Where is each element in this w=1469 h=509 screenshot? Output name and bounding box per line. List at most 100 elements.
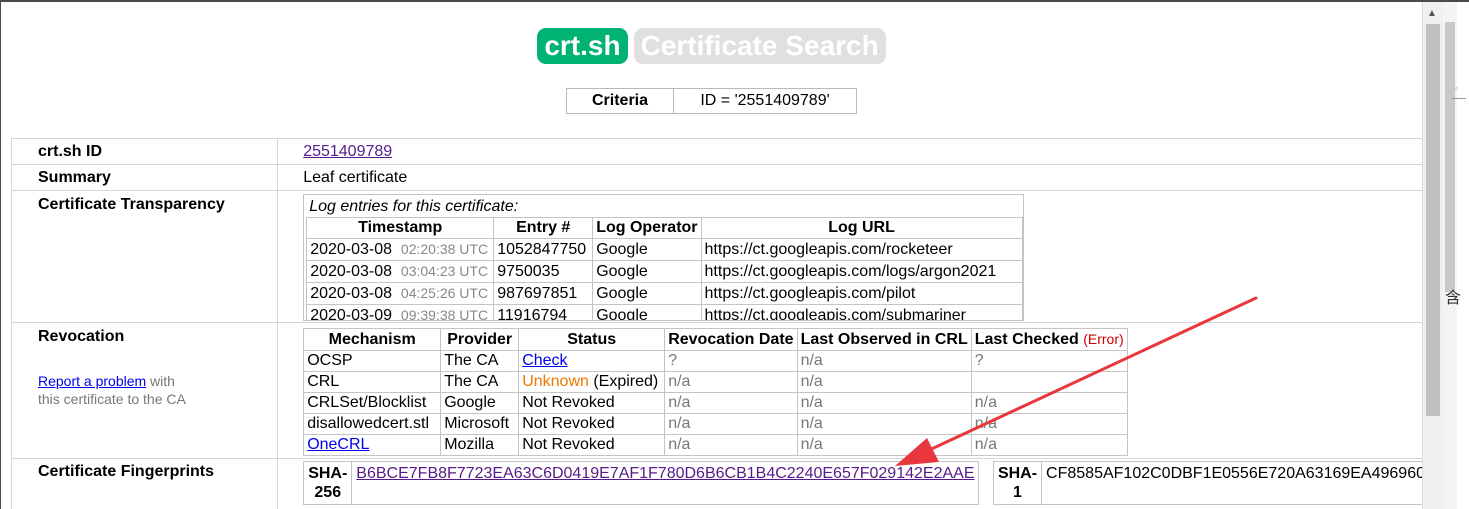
page-content: crt.sh Certificate Search Criteria ID = '… xyxy=(1,2,1422,509)
page-title: Certificate Search xyxy=(633,28,886,64)
right-pane-text: 含 xyxy=(1445,290,1462,307)
ct-log-table: Timestamp Entry # Log Operator Log URL 2… xyxy=(306,217,1023,321)
rev-status: Not Revoked xyxy=(518,413,666,435)
ct-time: 04:25:26 UTC xyxy=(400,285,489,301)
ct-url: https://ct.googleapis.com/rocketeer xyxy=(700,238,1023,261)
site-logo[interactable]: crt.sh xyxy=(537,28,628,64)
ct-header-operator: Log Operator xyxy=(592,217,702,239)
rev-date: n/a xyxy=(664,371,798,393)
fingerprints-label: Certificate Fingerprints xyxy=(10,458,279,509)
rev-mechanism: CRLSet/Blocklist xyxy=(303,392,442,414)
ct-url: https://ct.googleapis.com/logs/argon2021 xyxy=(700,260,1023,283)
rev-observed: n/a xyxy=(796,392,972,414)
rev-observed: n/a xyxy=(796,413,972,435)
sha1-table: SHA- 1 CF8585AF102C0DBF1E0556E720A63169EA… xyxy=(992,461,1422,505)
right-pane-scrollbar-thumb[interactable] xyxy=(1445,22,1455,292)
ct-operator: Google xyxy=(592,260,702,283)
summary-value: Leaf certificate xyxy=(277,164,1422,191)
rev-status-note: (Expired) xyxy=(588,373,659,390)
sha1-label: SHA- 1 xyxy=(992,461,1043,505)
rev-header-revocation-date: Revocation Date xyxy=(664,328,798,351)
rev-observed: n/a xyxy=(796,434,972,456)
rev-status: Not Revoked xyxy=(518,434,666,456)
criteria-table: Criteria ID = '2551409789' xyxy=(566,88,857,114)
revocation-table: Mechanism Provider Status Revocation Dat… xyxy=(303,328,1128,456)
rev-checked: n/a xyxy=(970,392,1128,414)
ct-row: 2020-03-08 04:25:26 UTC 987697851 Google… xyxy=(306,282,1023,305)
rev-checked xyxy=(970,371,1128,393)
criteria-value: ID = '2551409789' xyxy=(673,88,857,114)
ct-log-scroll-box[interactable]: Log entries for this certificate: Timest… xyxy=(303,194,1025,321)
ct-date: 2020-03-08 xyxy=(310,263,393,280)
ct-entry: 9750035 xyxy=(493,260,594,283)
right-pane-divider xyxy=(1452,98,1466,99)
rev-observed: n/a xyxy=(796,350,972,372)
rev-date: n/a xyxy=(664,434,798,456)
report-text-2: this certificate to the CA xyxy=(38,391,186,407)
ct-date: 2020-03-08 xyxy=(310,241,393,258)
criteria-label: Criteria xyxy=(566,88,674,114)
rev-date: ? xyxy=(664,350,798,372)
right-pane-scrollbar[interactable] xyxy=(1443,2,1457,509)
rev-provider: Microsoft xyxy=(440,413,520,435)
ct-row: 2020-03-08 02:20:38 UTC 1052847750 Googl… xyxy=(306,238,1023,261)
rev-provider: The CA xyxy=(440,371,520,393)
rev-mechanism: OCSP xyxy=(303,350,442,372)
onecrl-link[interactable]: OneCRL xyxy=(307,436,369,453)
rev-row: disallowedcert.stl Microsoft Not Revoked… xyxy=(303,413,1128,435)
certificate-details-table: crt.sh ID 2551409789 Summary Leaf certif… xyxy=(10,138,1422,509)
scroll-up-arrow-icon[interactable]: ▲ xyxy=(1427,8,1437,19)
rev-checked: ? xyxy=(970,350,1128,372)
report-problem-note: Report a problem with this certificate t… xyxy=(38,372,277,408)
rev-date: n/a xyxy=(664,413,798,435)
rev-checked: n/a xyxy=(970,434,1128,456)
crtsh-id-link[interactable]: 2551409789 xyxy=(303,143,392,160)
ct-url: https://ct.googleapis.com/submariner xyxy=(700,304,1023,320)
rev-provider: Google xyxy=(440,392,520,414)
crtsh-id-label: crt.sh ID xyxy=(10,138,279,165)
rev-mechanism: CRL xyxy=(303,371,442,393)
ct-operator: Google xyxy=(592,238,702,261)
ct-time: 03:04:23 UTC xyxy=(400,263,489,279)
scrollbar-thumb[interactable] xyxy=(1426,24,1440,416)
sha256-link[interactable]: B6BCE7FB8F7723EA63C6D0419E7AF1F780D6B6CB… xyxy=(356,465,974,482)
rev-header-provider: Provider xyxy=(440,328,520,351)
report-text-1: with xyxy=(146,373,175,389)
sha1-value: CF8585AF102C0DBF1E0556E720A63169EA496960 xyxy=(1041,461,1422,505)
ct-operator: Google xyxy=(592,282,702,305)
rev-date: n/a xyxy=(664,392,798,414)
right-pane-glyph-icon: ▫ xyxy=(1455,84,1458,93)
rev-provider: Mozilla xyxy=(440,434,520,456)
ct-entry: 11916794 xyxy=(493,304,594,320)
sha256-label: SHA- 256 xyxy=(303,461,353,505)
page-scrollbar[interactable]: ▲ xyxy=(1422,2,1443,509)
rev-checked: n/a xyxy=(970,413,1128,435)
rev-row: CRL The CA Unknown (Expired) n/a n/a xyxy=(303,371,1128,393)
rev-error-note: (Error) xyxy=(1083,331,1124,347)
ct-entry: 987697851 xyxy=(493,282,594,305)
summary-label: Summary xyxy=(10,164,279,191)
ct-header-url: Log URL xyxy=(700,217,1023,239)
rev-status: Not Revoked xyxy=(518,392,666,414)
revocation-label-cell: Revocation Report a problem with this ce… xyxy=(10,322,279,459)
rev-header-status: Status xyxy=(518,328,666,351)
rev-header-last-observed: Last Observed in CRL xyxy=(796,328,972,351)
rev-row: OneCRL Mozilla Not Revoked n/a n/a n/a xyxy=(303,434,1128,456)
rev-provider: The CA xyxy=(440,350,520,372)
ct-label: Certificate Transparency xyxy=(10,190,279,323)
ct-date: 2020-03-09 xyxy=(310,307,393,321)
ct-time: 02:20:38 UTC xyxy=(400,241,489,257)
ct-entry: 1052847750 xyxy=(493,238,594,261)
rev-status-unknown: Unknown xyxy=(522,373,589,390)
right-pane xyxy=(1443,2,1469,509)
report-problem-link[interactable]: Report a problem xyxy=(38,373,146,389)
site-header: crt.sh Certificate Search xyxy=(1,28,1422,64)
ocsp-check-link[interactable]: Check xyxy=(522,352,567,369)
sha256-table: SHA- 256 B6BCE7FB8F7723EA63C6D0419E7AF1F7… xyxy=(303,461,980,505)
ct-operator: Google xyxy=(592,304,702,320)
rev-observed: n/a xyxy=(796,371,972,393)
rev-row: CRLSet/Blocklist Google Not Revoked n/a … xyxy=(303,392,1128,414)
ct-url: https://ct.googleapis.com/pilot xyxy=(700,282,1023,305)
rev-header-last-checked: Last Checked (Error) xyxy=(970,328,1128,351)
ct-row: 2020-03-08 03:04:23 UTC 9750035 Google h… xyxy=(306,260,1023,283)
